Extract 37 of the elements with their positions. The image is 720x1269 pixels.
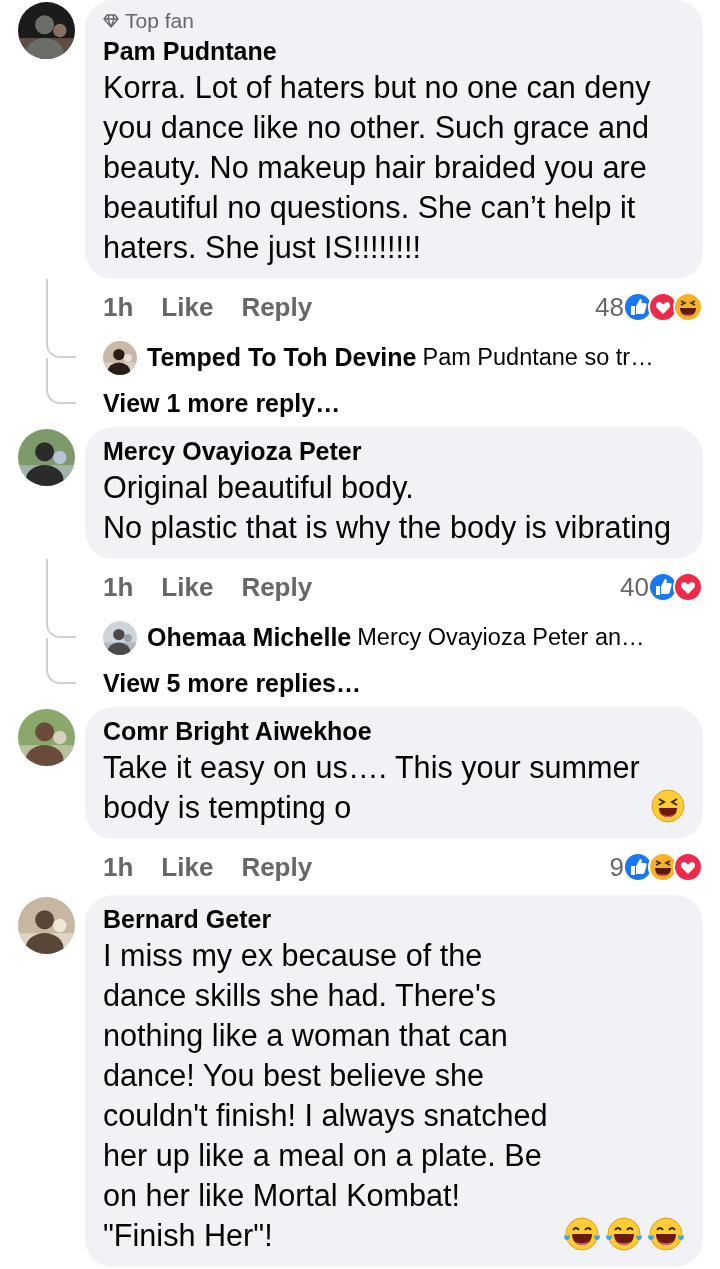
reply-text: Mercy Ovayioza Peter an… [357,623,645,653]
diamond-icon [103,14,119,28]
badge-label: Top fan [125,8,194,34]
tears-of-joy-icon [563,1217,601,1251]
author-name[interactable]: Mercy Ovayioza Peter [103,437,362,465]
reaction-count: 9 [609,850,624,884]
reply-author[interactable]: Temped To Toh Devine [147,339,417,377]
action-link[interactable]: Reply [241,287,313,327]
reply-text: Pam Pudntane so tr… [422,343,654,373]
thread-branch [46,615,76,638]
tears-of-joy-icon [605,1217,643,1251]
author-name[interactable]: Bernard Geter [103,905,272,933]
comment-text: Korra. Lot of haters but no one can deny you dance like no other. Such grace and beauty. No makeup hair braided you are beautiful no questions. She can’t help it haters. She just IS!!!!!!!! [103,70,651,264]
author-name[interactable]: Pam Pudntane [103,37,277,65]
tears-of-joy-icon [647,1217,685,1251]
action-link[interactable]: Like [161,287,214,327]
timestamp: 1h [103,290,134,324]
comment-text: Take it easy on us…. This your summer body is tempting o [103,749,641,827]
timestamp: 1h [103,570,134,604]
laughing-face-icon [651,789,685,823]
view-more-replies-link[interactable]: View 1 more reply… [103,385,341,423]
thread-branch [46,661,76,684]
reaction-count: 40 [620,570,649,604]
comment-text: I miss my ex because of the dance skills she had. There's nothing like a woman that can dance! You best believe she couldn't finish! I always snatched her up like a meal on a plate. Be on her like Mortal Kombat! "Finish Her"! [103,937,549,1254]
thread-branch [46,381,76,404]
action-link[interactable]: Like [161,567,214,607]
view-more-replies-link[interactable]: View 5 more replies… [103,665,361,703]
reaction-count: 48 [595,290,624,324]
thread-branch [46,335,76,358]
action-link[interactable]: Reply [241,567,313,607]
author-name[interactable]: Comr Bright Aiwekhoe [103,717,372,745]
action-link[interactable]: Reply [241,847,313,887]
comment-text: Original beautiful body. No plastic that is why the body is vibrating [103,470,671,544]
action-link[interactable]: Like [161,847,214,887]
laughing-face-icon [673,292,703,322]
timestamp: 1h [103,850,134,884]
reply-author[interactable]: Ohemaa Michelle [147,619,352,657]
